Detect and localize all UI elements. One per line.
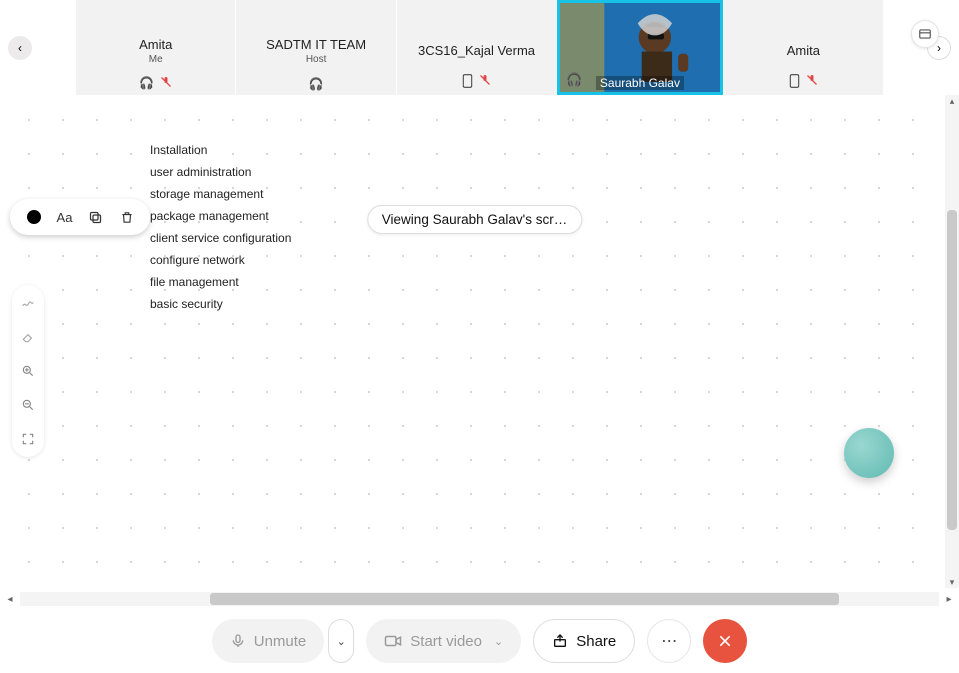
- zoom-in-button[interactable]: [18, 361, 38, 381]
- topic-item: Installation: [150, 143, 291, 157]
- mic-muted-icon: [160, 76, 172, 91]
- horizontal-scroll-track[interactable]: [20, 592, 939, 606]
- headset-icon: 🎧: [566, 72, 582, 88]
- horizontal-scrollbar[interactable]: ◂ ▸: [0, 589, 959, 609]
- fullscreen-button[interactable]: [18, 429, 38, 449]
- participant-status-icons: [724, 74, 883, 91]
- zoom-in-icon: [21, 364, 35, 378]
- participant-sub: Me: [149, 54, 163, 65]
- participant-name: 3CS16_Kajal Verma: [418, 43, 535, 58]
- fullscreen-icon: [21, 432, 35, 446]
- participant-tile[interactable]: SADTM IT TEAM Host 🎧: [236, 0, 395, 95]
- topic-item: basic security: [150, 297, 291, 311]
- share-label: Share: [576, 633, 616, 650]
- annotation-toolbar: Aa: [10, 199, 150, 235]
- text-icon: Aa: [57, 210, 73, 225]
- participant-name: Amita: [787, 43, 820, 58]
- more-icon: ⋯: [661, 631, 677, 651]
- scroll-left-button[interactable]: ◂: [0, 594, 20, 605]
- topic-item: configure network: [150, 253, 291, 267]
- chevron-left-icon: ‹: [18, 41, 22, 55]
- close-icon: [717, 633, 733, 649]
- participant-name: Amita: [139, 37, 172, 52]
- viewing-banner: Viewing Saurabh Galav's scr…: [367, 205, 582, 234]
- headset-icon: 🎧: [309, 77, 324, 91]
- horizontal-scroll-thumb[interactable]: [210, 593, 839, 605]
- participant-name: SADTM IT TEAM: [266, 37, 366, 52]
- audio-options-button[interactable]: ⌄: [328, 619, 354, 663]
- topic-item: storage management: [150, 187, 291, 201]
- trash-icon: [120, 210, 134, 225]
- chevron-down-icon: ⌄: [337, 635, 346, 648]
- participant-tile[interactable]: 3CS16_Kajal Verma: [397, 0, 556, 95]
- leave-meeting-button[interactable]: [703, 619, 747, 663]
- prev-participants-button[interactable]: ‹: [8, 36, 32, 60]
- scribble-tool-button[interactable]: [18, 293, 38, 313]
- copy-icon: [88, 210, 103, 225]
- topic-item: package management: [150, 209, 291, 223]
- unmute-label: Unmute: [254, 633, 307, 650]
- topic-item: file management: [150, 275, 291, 289]
- text-tool-button[interactable]: Aa: [52, 204, 78, 230]
- scroll-up-button[interactable]: ▴: [945, 95, 959, 107]
- participant-name: Saurabh Galav: [596, 76, 684, 90]
- participant-tile[interactable]: Amita Me 🎧: [76, 0, 235, 95]
- eraser-icon: [21, 330, 35, 344]
- assistant-orb-button[interactable]: [844, 428, 894, 478]
- headset-icon: 🎧: [139, 76, 154, 91]
- scroll-right-button[interactable]: ▸: [939, 594, 959, 605]
- vertical-scrollbar[interactable]: ▴ ▾: [945, 95, 959, 588]
- start-video-button[interactable]: Start video ⌄: [366, 619, 521, 663]
- color-dot-icon: [27, 210, 41, 224]
- phone-icon: [789, 74, 800, 91]
- share-icon: [552, 633, 568, 649]
- zoom-out-icon: [21, 398, 35, 412]
- participant-sub: Host: [306, 54, 327, 65]
- topic-item: client service configuration: [150, 231, 291, 245]
- delete-tool-button[interactable]: [114, 204, 140, 230]
- panel-icon: [918, 27, 932, 41]
- copy-tool-button[interactable]: [83, 204, 109, 230]
- participant-status-icons: 🎧: [236, 77, 395, 91]
- meeting-control-bar: Unmute ⌄ Start video ⌄ Share ⋯: [0, 609, 959, 673]
- unmute-button[interactable]: Unmute: [212, 619, 325, 663]
- participant-tile-active[interactable]: 🎧 Saurabh Galav: [557, 0, 722, 95]
- vertical-scroll-thumb[interactable]: [947, 210, 957, 530]
- participant-tiles: Amita Me 🎧 SADTM IT TEAM Host 🎧 3CS16_Ka…: [40, 0, 919, 95]
- share-button[interactable]: Share: [533, 619, 635, 663]
- participant-tile[interactable]: Amita: [724, 0, 883, 95]
- mic-muted-icon: [479, 74, 491, 91]
- scribble-icon: [21, 296, 35, 310]
- eraser-tool-button[interactable]: [18, 327, 38, 347]
- canvas-sidebar-tools: [12, 285, 44, 457]
- strip-nav-left: ‹: [0, 0, 40, 95]
- more-options-button[interactable]: ⋯: [647, 619, 691, 663]
- shared-screen-area: Aa Viewing Saurabh Galav's scr… Installa…: [0, 95, 949, 588]
- zoom-out-button[interactable]: [18, 395, 38, 415]
- topic-item: user administration: [150, 165, 291, 179]
- mic-icon: [230, 633, 246, 649]
- scroll-down-button[interactable]: ▾: [945, 576, 959, 588]
- participant-strip: ‹ Amita Me 🎧 SADTM IT TEAM Host 🎧 3CS16_…: [0, 0, 959, 95]
- phone-icon: [462, 74, 473, 91]
- pen-color-button[interactable]: [21, 204, 47, 230]
- panel-toggle-button[interactable]: [911, 20, 939, 48]
- start-video-label: Start video: [410, 633, 482, 650]
- video-icon: [384, 634, 402, 648]
- mic-muted-icon: [806, 74, 818, 91]
- participant-status-icons: [397, 74, 556, 91]
- topic-list: Installation user administration storage…: [150, 143, 291, 311]
- chevron-right-icon: ›: [937, 41, 941, 55]
- participant-status-icons: 🎧: [76, 76, 235, 91]
- chevron-down-icon: ⌄: [494, 635, 503, 648]
